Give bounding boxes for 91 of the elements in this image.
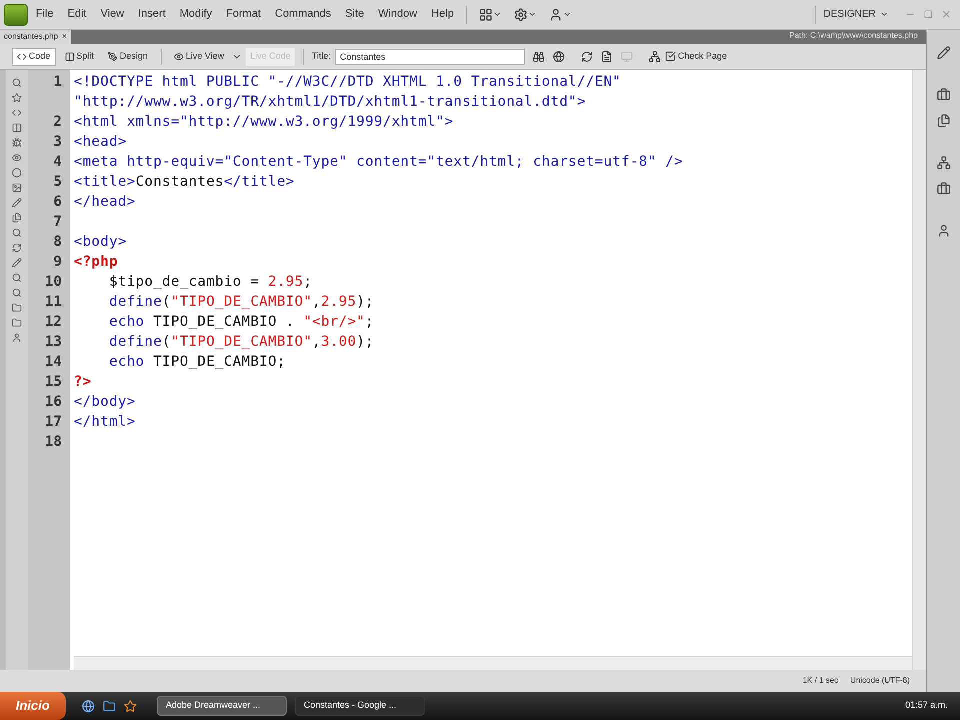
code-line: </head>: [74, 194, 136, 210]
start-button[interactable]: Inicio: [0, 692, 66, 720]
line-number: 6: [54, 193, 62, 212]
code-icon: [17, 52, 27, 62]
gear-icon[interactable]: [514, 8, 528, 22]
code-line: echo TIPO_DE_CAMBIO . "<br/>";: [108, 314, 374, 330]
code-line: $tipo_de_cambio = 2.95;: [108, 274, 312, 290]
line-number: 8: [54, 233, 62, 252]
line-number: 3: [54, 133, 62, 152]
app-logo-icon: [4, 4, 28, 26]
star-icon[interactable]: [124, 700, 137, 712]
check-page-button[interactable]: Check Page: [665, 50, 728, 64]
folder-icon[interactable]: [102, 700, 116, 712]
view-mode-button[interactable]: Split: [60, 48, 100, 66]
line-number: 15: [45, 373, 62, 392]
workspace-switcher[interactable]: DESIGNER: [824, 7, 876, 22]
globe-icon[interactable]: [553, 50, 566, 62]
line-number: 4: [54, 153, 62, 172]
title-field[interactable]: Constantes: [335, 48, 526, 64]
briefcase-icon[interactable]: [936, 182, 950, 196]
sitemap-icon[interactable]: [936, 156, 950, 170]
view-mode-button[interactable]: Code: [12, 48, 56, 66]
vertical-scrollbar[interactable]: [912, 70, 926, 670]
code-line: <body>: [74, 234, 127, 250]
code-line: "http://www.w3.org/TR/xhtml1/DTD/xhtml1-transitional.dtd">: [74, 94, 586, 110]
menu-item[interactable]: Edit: [68, 6, 87, 23]
menu-item[interactable]: Window: [378, 6, 418, 23]
taskbar-button[interactable]: Adobe Dreamweaver ...: [156, 696, 287, 716]
pen-icon: [108, 52, 118, 62]
user-icon[interactable]: [936, 224, 950, 238]
code-line: </html>: [74, 414, 136, 430]
code-line: <html xmlns="http://www.w3.org/1999/xhtml">: [74, 114, 454, 130]
document-tab[interactable]: constantes.php ×: [0, 30, 71, 44]
view-mode-button[interactable]: Design: [103, 48, 154, 66]
line-number: 16: [45, 393, 62, 412]
code-line: <meta http-equiv="Content-Type" content="text/html; charset=utf-8" />: [74, 154, 684, 170]
pages-icon[interactable]: [936, 114, 950, 128]
eye-icon: [174, 52, 184, 62]
user-icon[interactable]: [549, 8, 564, 22]
line-number: 11: [45, 293, 62, 312]
menu-item[interactable]: Site: [345, 6, 364, 23]
document-icon[interactable]: [601, 50, 614, 62]
network-icon[interactable]: [649, 50, 662, 62]
clock: 01:57 a.m.: [905, 699, 949, 712]
briefcase-icon[interactable]: [936, 88, 950, 102]
checkbox-icon: [665, 51, 676, 62]
menu-item[interactable]: Modify: [180, 6, 212, 23]
line-number: 17: [45, 413, 62, 432]
menu-item[interactable]: File: [36, 6, 54, 23]
title-label: Title:: [312, 50, 332, 63]
split-icon: [64, 52, 75, 62]
caret-icon[interactable]: [880, 10, 889, 19]
menu-item[interactable]: Format: [226, 6, 262, 23]
layout-icon[interactable]: [479, 8, 494, 22]
code-line: define("TIPO_DE_CAMBIO",3.00);: [108, 334, 374, 350]
menu-item[interactable]: Insert: [138, 6, 166, 23]
live-view-button[interactable]: Live View: [170, 48, 228, 66]
refresh-icon[interactable]: [581, 50, 594, 62]
line-number: 10: [45, 273, 62, 292]
code-line: echo TIPO_DE_CAMBIO;: [108, 354, 286, 370]
code-line: define("TIPO_DE_CAMBIO",2.95);: [108, 294, 374, 310]
line-number: 12: [45, 313, 62, 332]
caret-icon[interactable]: [528, 10, 538, 19]
code-line: <head>: [74, 134, 127, 150]
code-line: </body>: [74, 394, 136, 410]
code-line: <title>Constantes</title>: [74, 174, 295, 190]
menu-item[interactable]: Commands: [275, 6, 332, 23]
line-number: 7: [54, 213, 62, 232]
caret-icon[interactable]: [563, 10, 572, 19]
caret-icon[interactable]: [493, 10, 502, 19]
status-encoding: Unicode (UTF-8): [850, 675, 910, 687]
file-path: Path: C:\wamp\www\constantes.php: [789, 30, 919, 42]
status-size: 1K / 1 sec: [802, 675, 838, 687]
code-line: ?>: [74, 374, 92, 390]
browser-icon[interactable]: [82, 700, 95, 712]
horizontal-scrollbar[interactable]: [74, 656, 912, 670]
pencil-icon[interactable]: [936, 46, 950, 60]
code-line: <?php: [74, 254, 118, 270]
line-number: 13: [45, 333, 62, 352]
taskbar-button[interactable]: Constantes - Google ...: [294, 696, 425, 716]
binoculars-icon[interactable]: [533, 50, 546, 62]
code-line: <!DOCTYPE html PUBLIC "-//W3C//DTD XHTML 1.0 Transitional//EN": [74, 74, 622, 90]
line-number: 18: [45, 433, 62, 452]
line-number: 2: [54, 113, 62, 132]
line-number: 9: [54, 253, 62, 272]
tab-close-button[interactable]: ×: [62, 31, 67, 43]
menu-item[interactable]: Help: [431, 6, 454, 23]
line-number: 5: [54, 173, 62, 192]
line-number: 14: [45, 353, 62, 372]
menu-item[interactable]: View: [100, 6, 124, 23]
line-number: 1: [54, 73, 62, 92]
